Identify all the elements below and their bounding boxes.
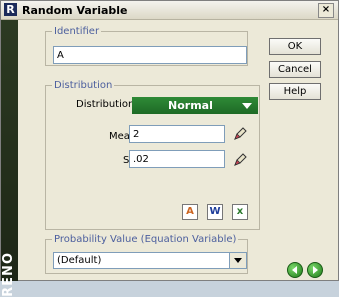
probability-legend: Probability Value (Equation Variable) <box>54 234 237 245</box>
arrow-right-icon[interactable] <box>307 262 323 278</box>
chevron-down-icon[interactable] <box>229 253 246 268</box>
tool-x-button[interactable]: x <box>232 204 248 220</box>
identifier-input[interactable] <box>53 46 247 64</box>
random-variable-dialog: R Random Variable × RENO Identifier Dist… <box>0 0 339 297</box>
std-input[interactable] <box>129 150 225 168</box>
brand-label: RENO <box>1 252 16 297</box>
cancel-button[interactable]: Cancel <box>269 61 321 78</box>
title-bar: R Random Variable × <box>1 1 338 20</box>
distribution-select[interactable]: Normal <box>132 97 258 114</box>
arrow-left-icon[interactable] <box>287 262 303 278</box>
identifier-legend: Identifier <box>54 26 100 37</box>
distribution-label: Distribution <box>76 99 135 110</box>
probability-selected: (Default) <box>57 255 102 266</box>
pencil-icon[interactable] <box>232 126 248 142</box>
distribution-legend: Distribution <box>54 80 113 91</box>
ok-button[interactable]: OK <box>269 38 321 55</box>
brand-sidebar: RENO <box>1 20 18 297</box>
pencil-icon[interactable] <box>232 152 248 168</box>
help-button[interactable]: Help <box>269 83 321 100</box>
tool-a-button[interactable]: A <box>182 204 198 220</box>
mean-input[interactable] <box>129 125 225 143</box>
app-icon: R <box>4 3 17 16</box>
close-icon[interactable]: × <box>318 3 334 18</box>
tool-w-button[interactable]: W <box>207 204 223 220</box>
window-title: Random Variable <box>22 4 128 17</box>
chevron-down-icon <box>242 103 252 109</box>
probability-select[interactable]: (Default) <box>53 252 247 269</box>
distribution-selected: Normal <box>168 99 213 112</box>
